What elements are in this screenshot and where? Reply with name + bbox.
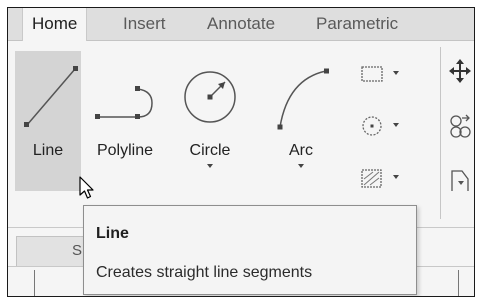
tab-parametric[interactable]: Parametric: [316, 8, 398, 40]
polyline-button[interactable]: Polyline: [86, 51, 164, 191]
tooltip-title: Line: [96, 225, 129, 242]
mouse-pointer-icon: [79, 176, 94, 199]
circle-dropdown-caret[interactable]: [207, 164, 213, 168]
ellipse-dropdown-caret[interactable]: [393, 123, 399, 127]
line-icon: [24, 66, 78, 127]
tab-annotate[interactable]: Annotate: [207, 8, 275, 40]
polyline-icon: [95, 86, 153, 119]
rectangle-dropdown-caret[interactable]: [393, 71, 399, 75]
arc-label: Arc: [289, 142, 313, 159]
autocad-ribbon-window: Home Insert Annotate Parametric Line Pol…: [7, 7, 475, 297]
arc-dropdown-caret[interactable]: [298, 164, 304, 168]
circle-label: Circle: [189, 142, 231, 159]
arc-icon: [277, 68, 329, 130]
tab-home[interactable]: Home: [22, 8, 88, 42]
hatch-dropdown-caret[interactable]: [393, 175, 399, 179]
stretch-icon: [451, 170, 469, 191]
tab-insert[interactable]: Insert: [123, 8, 166, 40]
circle-button[interactable]: Circle: [171, 51, 249, 191]
ellipse-button[interactable]: [358, 113, 400, 139]
polyline-label: Polyline: [96, 142, 154, 159]
copy-button[interactable]: [448, 113, 472, 144]
panel-separator: [440, 47, 441, 219]
arc-button[interactable]: Arc: [268, 51, 334, 191]
hatch-button[interactable]: [358, 165, 400, 191]
copy-icon: [450, 114, 471, 138]
hatch-icon: [361, 169, 382, 188]
ribbon-panel: Line Polyline Circle Arc: [8, 41, 474, 228]
move-icon: [449, 59, 471, 83]
line-label: Line: [32, 142, 64, 159]
move-button[interactable]: [449, 59, 471, 88]
stretch-button[interactable]: [449, 169, 471, 198]
line-button[interactable]: Line: [15, 51, 81, 191]
tooltip: Line Creates straight line segments: [83, 205, 417, 295]
drawing-file-tab-label: S: [72, 242, 83, 259]
viewport-edge-left: [34, 270, 35, 296]
rectangle-icon: [361, 66, 383, 82]
viewport-edge-right: [458, 270, 459, 296]
ellipse-icon: [362, 116, 382, 136]
rectangle-button[interactable]: [358, 61, 400, 87]
circle-icon: [184, 71, 236, 123]
tooltip-description: Creates straight line segments: [96, 264, 313, 281]
ribbon-tab-bar: Home Insert Annotate Parametric: [8, 8, 474, 42]
